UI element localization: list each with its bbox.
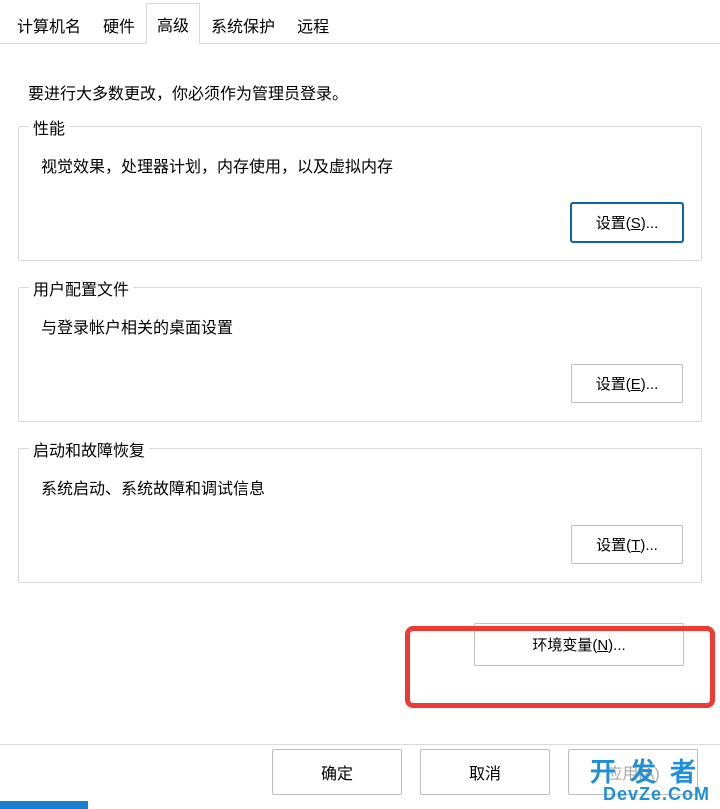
tab-panel-advanced: 要进行大多数更改，你必须作为管理员登录。 性能 视觉效果，处理器计划，内存使用，… [0,44,720,686]
tab-system-protection[interactable]: 系统保护 [200,4,286,44]
button-label: 设置(T)... [596,537,658,554]
tab-computer-name[interactable]: 计算机名 [6,4,92,44]
group-performance: 性能 视觉效果，处理器计划，内存使用，以及虚拟内存 设置(S)... [18,126,702,261]
environment-variables-button[interactable]: 环境变量(N)... [474,623,684,666]
bottom-strip [0,801,88,809]
bottom-separator [0,744,720,745]
tab-remote[interactable]: 远程 [286,4,340,44]
performance-settings-button[interactable]: 设置(S)... [571,203,683,242]
group-user-profiles-title: 用户配置文件 [29,276,133,300]
tab-advanced[interactable]: 高级 [146,3,200,44]
group-performance-title: 性能 [29,115,69,139]
group-startup-recovery: 启动和故障恢复 系统启动、系统故障和调试信息 设置(T)... [18,448,702,583]
tab-bar: 计算机名 硬件 高级 系统保护 远程 [0,0,720,44]
user-profiles-settings-button[interactable]: 设置(E)... [571,364,683,403]
ok-button[interactable]: 确定 [272,749,402,795]
group-startup-recovery-desc: 系统启动、系统故障和调试信息 [41,475,683,499]
button-label: 设置(S)... [596,215,659,232]
admin-notice: 要进行大多数更改，你必须作为管理员登录。 [28,80,698,104]
group-startup-recovery-title: 启动和故障恢复 [29,437,149,461]
apply-button[interactable]: 应用(A) [568,749,698,795]
group-performance-desc: 视觉效果，处理器计划，内存使用，以及虚拟内存 [41,153,683,177]
cancel-button[interactable]: 取消 [420,749,550,795]
tab-hardware[interactable]: 硬件 [92,4,146,44]
env-row: 环境变量(N)... [18,609,702,676]
button-label: 设置(E)... [596,376,659,393]
button-label: 应用(A) [606,766,659,783]
button-label: 环境变量(N)... [532,637,625,654]
group-user-profiles-desc: 与登录帐户相关的桌面设置 [41,314,683,338]
startup-recovery-settings-button[interactable]: 设置(T)... [571,525,683,564]
group-user-profiles: 用户配置文件 与登录帐户相关的桌面设置 设置(E)... [18,287,702,422]
dialog-buttons: 确定 取消 应用(A) [272,749,698,795]
